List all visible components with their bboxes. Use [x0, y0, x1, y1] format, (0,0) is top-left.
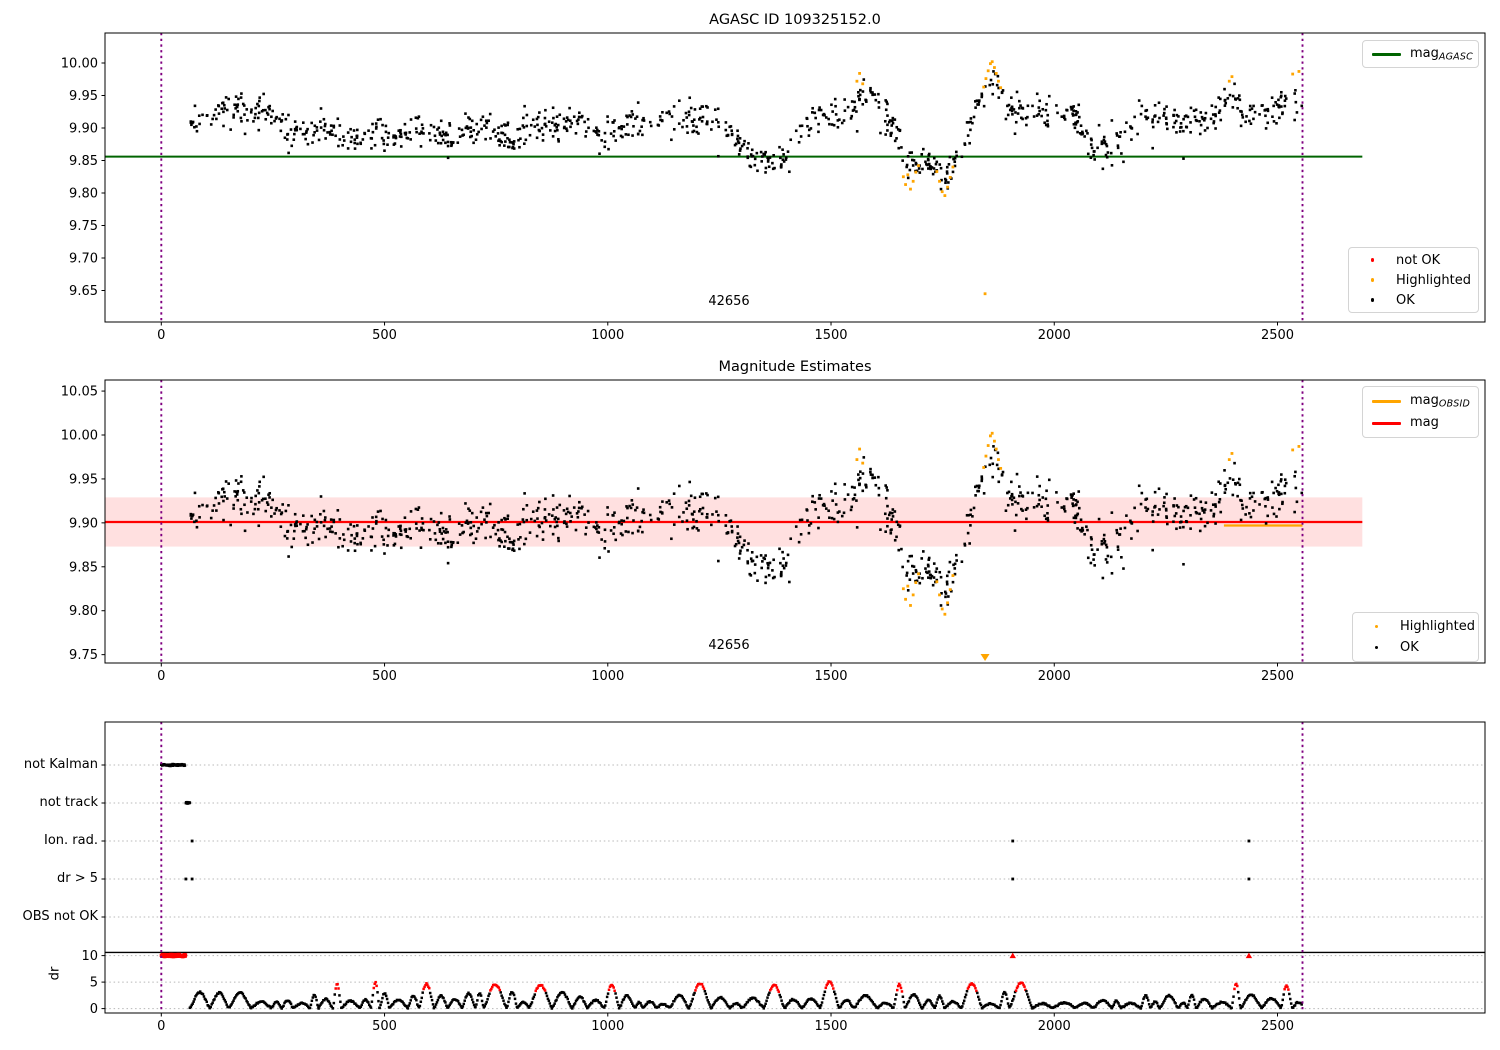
svg-text:10.00: 10.00 [61, 57, 98, 72]
svg-text:9.90: 9.90 [69, 516, 98, 531]
row-label-ion-rad: Ion. rad. [44, 833, 98, 848]
svg-text:10.00: 10.00 [61, 429, 98, 444]
svg-text:1000: 1000 [591, 1019, 624, 1034]
row-label-not-track: not track [39, 795, 98, 810]
row-label-obs-not-ok: OBS not OK [22, 909, 99, 924]
legend-entry-mag: mag [1372, 413, 1469, 433]
legend-label: OK [1400, 640, 1419, 656]
svg-text:0: 0 [157, 669, 165, 684]
svg-text:10: 10 [81, 949, 98, 964]
svg-text:1500: 1500 [814, 669, 847, 684]
legend-entry-mag-obsid: magOBSID [1372, 391, 1471, 411]
svg-text:2000: 2000 [1038, 669, 1071, 684]
svg-text:9.75: 9.75 [69, 219, 98, 234]
dot-swatch-icon [1362, 645, 1391, 650]
svg-text:9.85: 9.85 [69, 560, 98, 575]
svg-text:1500: 1500 [814, 1019, 847, 1034]
legend-entry-mag-agasc: magAGASC [1372, 44, 1473, 64]
svg-text:9.95: 9.95 [69, 89, 98, 104]
svg-text:1500: 1500 [814, 328, 847, 343]
dot-swatch-icon [1358, 258, 1387, 262]
svg-text:2500: 2500 [1261, 669, 1294, 684]
legend-entry-highlighted: Highlighted [1358, 270, 1471, 290]
svg-text:0: 0 [157, 328, 165, 343]
row-label-not-kalman: not Kalman [23, 757, 98, 772]
svg-text:9.80: 9.80 [69, 604, 98, 619]
plot1-title: AGASC ID 109325152.0 [709, 12, 881, 28]
svg-text:2500: 2500 [1261, 1019, 1294, 1034]
chart-canvas: 0 500 1000 1500 2000 250010.009.959.909.859.8… [61, 32, 1486, 1034]
legend-entry-not-ok: not OK [1358, 250, 1469, 270]
obsid-annotation-plot2: 42656 [708, 638, 750, 653]
svg-text:500: 500 [372, 328, 397, 343]
svg-text:9.65: 9.65 [69, 284, 98, 299]
legend-entry-ok: OK [1358, 290, 1469, 310]
svg-text:2500: 2500 [1261, 328, 1294, 343]
line-swatch-icon [1372, 52, 1401, 56]
dr-axis-label: dr [47, 966, 63, 981]
legend-label: magAGASC [1410, 45, 1473, 63]
line-swatch-icon [1372, 421, 1401, 425]
legend-label: Highlighted [1396, 272, 1471, 288]
svg-text:500: 500 [372, 1019, 397, 1034]
svg-text:10.05: 10.05 [61, 385, 98, 400]
line-swatch-icon [1372, 399, 1401, 403]
svg-text:1000: 1000 [591, 328, 624, 343]
legend-entry-ok: OK [1362, 638, 1469, 658]
svg-text:2000: 2000 [1038, 1019, 1071, 1034]
dot-swatch-icon [1358, 298, 1387, 302]
svg-text:0: 0 [157, 1019, 165, 1034]
svg-text:9.80: 9.80 [69, 187, 98, 202]
legend-plot1-line: magAGASC [1362, 40, 1479, 68]
legend-label: OK [1396, 292, 1415, 308]
dot-swatch-icon [1358, 278, 1387, 282]
svg-text:2000: 2000 [1038, 328, 1071, 343]
svg-text:9.70: 9.70 [69, 252, 98, 267]
legend-label: magOBSID [1410, 392, 1471, 410]
legend-plot2-points: Highlighted OK [1352, 612, 1479, 662]
svg-text:500: 500 [372, 669, 397, 684]
svg-text:9.95: 9.95 [69, 472, 98, 487]
figure: 0 500 1000 1500 2000 2500 10.00 9.95 9.90 9.85 9.8… [0, 0, 1500, 1050]
svg-text:5: 5 [90, 976, 98, 991]
legend-plot2-lines: magOBSID mag [1362, 386, 1479, 438]
obsid-annotation-plot1: 42656 [708, 294, 750, 309]
legend-entry-highlighted: Highlighted [1362, 616, 1475, 636]
legend-label: Highlighted [1400, 618, 1475, 634]
legend-label: not OK [1396, 252, 1441, 268]
plot2-title: Magnitude Estimates [718, 359, 872, 375]
svg-text:9.75: 9.75 [69, 648, 98, 663]
svg-text:0: 0 [90, 1002, 98, 1017]
svg-text:9.85: 9.85 [69, 154, 98, 169]
svg-text:9.90: 9.90 [69, 122, 98, 137]
svg-text:1000: 1000 [591, 669, 624, 684]
dot-swatch-icon [1362, 624, 1391, 629]
legend-plot1-points: not OK Highlighted OK [1348, 247, 1479, 313]
row-label-dr-gt-5: dr > 5 [56, 871, 98, 886]
legend-label: mag [1410, 414, 1439, 430]
